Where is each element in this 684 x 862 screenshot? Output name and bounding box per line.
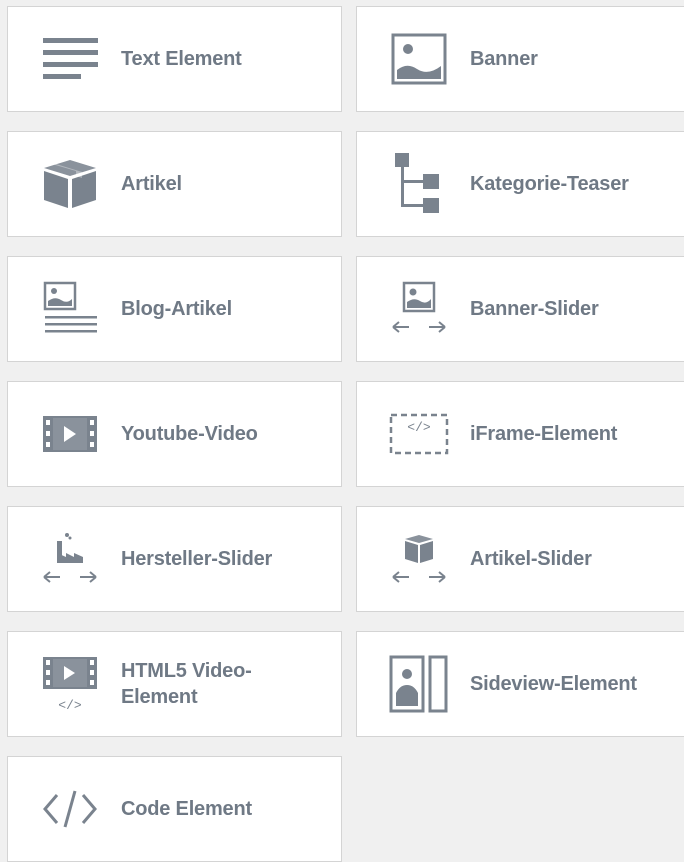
element-tile-banner-slider[interactable]: Banner-Slider [356, 256, 684, 362]
image-slider-icon [383, 277, 455, 341]
element-tile-text[interactable]: Text Element [7, 6, 342, 112]
category-tree-icon [383, 152, 455, 216]
element-label: Text Element [121, 48, 242, 70]
element-label: HTML5 Video-Element [121, 660, 252, 708]
element-label: Artikel [121, 173, 182, 195]
film-code-icon: </> [34, 652, 106, 716]
svg-text:</>: </> [407, 420, 431, 435]
svg-text:</>: </> [58, 698, 82, 713]
element-label: Sideview-Element [470, 673, 637, 695]
element-tile-artikel-slider[interactable]: Artikel-Slider [356, 506, 684, 612]
factory-slider-icon [34, 527, 106, 591]
element-label: Blog-Artikel [121, 298, 232, 320]
element-tile-artikel[interactable]: Artikel [7, 131, 342, 237]
box-slider-icon [383, 527, 455, 591]
film-play-icon [34, 402, 106, 466]
code-brackets-icon [34, 777, 106, 841]
sideview-icon [383, 652, 455, 716]
element-tile-hersteller-slider[interactable]: Hersteller-Slider [7, 506, 342, 612]
element-label: Hersteller-Slider [121, 548, 273, 570]
element-tile-blog-artikel[interactable]: Blog-Artikel [7, 256, 342, 362]
element-tile-html5-video[interactable]: </> HTML5 Video-Element [7, 631, 342, 737]
element-tile-kategorie-teaser[interactable]: Kategorie-Teaser [356, 131, 684, 237]
iframe-code-icon: </> [383, 402, 455, 466]
image-icon [383, 27, 455, 91]
text-lines-icon [34, 27, 106, 91]
element-tile-code[interactable]: Code Element [7, 756, 342, 862]
element-tile-sideview[interactable]: Sideview-Element [356, 631, 684, 737]
element-tile-youtube-video[interactable]: Youtube-Video [7, 381, 342, 487]
element-label: Code Element [121, 798, 252, 820]
element-tile-banner[interactable]: Banner [356, 6, 684, 112]
element-label: Kategorie-Teaser [470, 173, 629, 195]
blog-article-icon [34, 277, 106, 341]
element-label: Banner [470, 48, 538, 70]
element-label: Banner-Slider [470, 298, 599, 320]
element-tile-iframe[interactable]: </> iFrame-Element [356, 381, 684, 487]
element-label: iFrame-Element [470, 423, 618, 445]
box-icon [34, 152, 106, 216]
element-label: Youtube-Video [121, 423, 258, 445]
element-label: Artikel-Slider [470, 548, 592, 570]
